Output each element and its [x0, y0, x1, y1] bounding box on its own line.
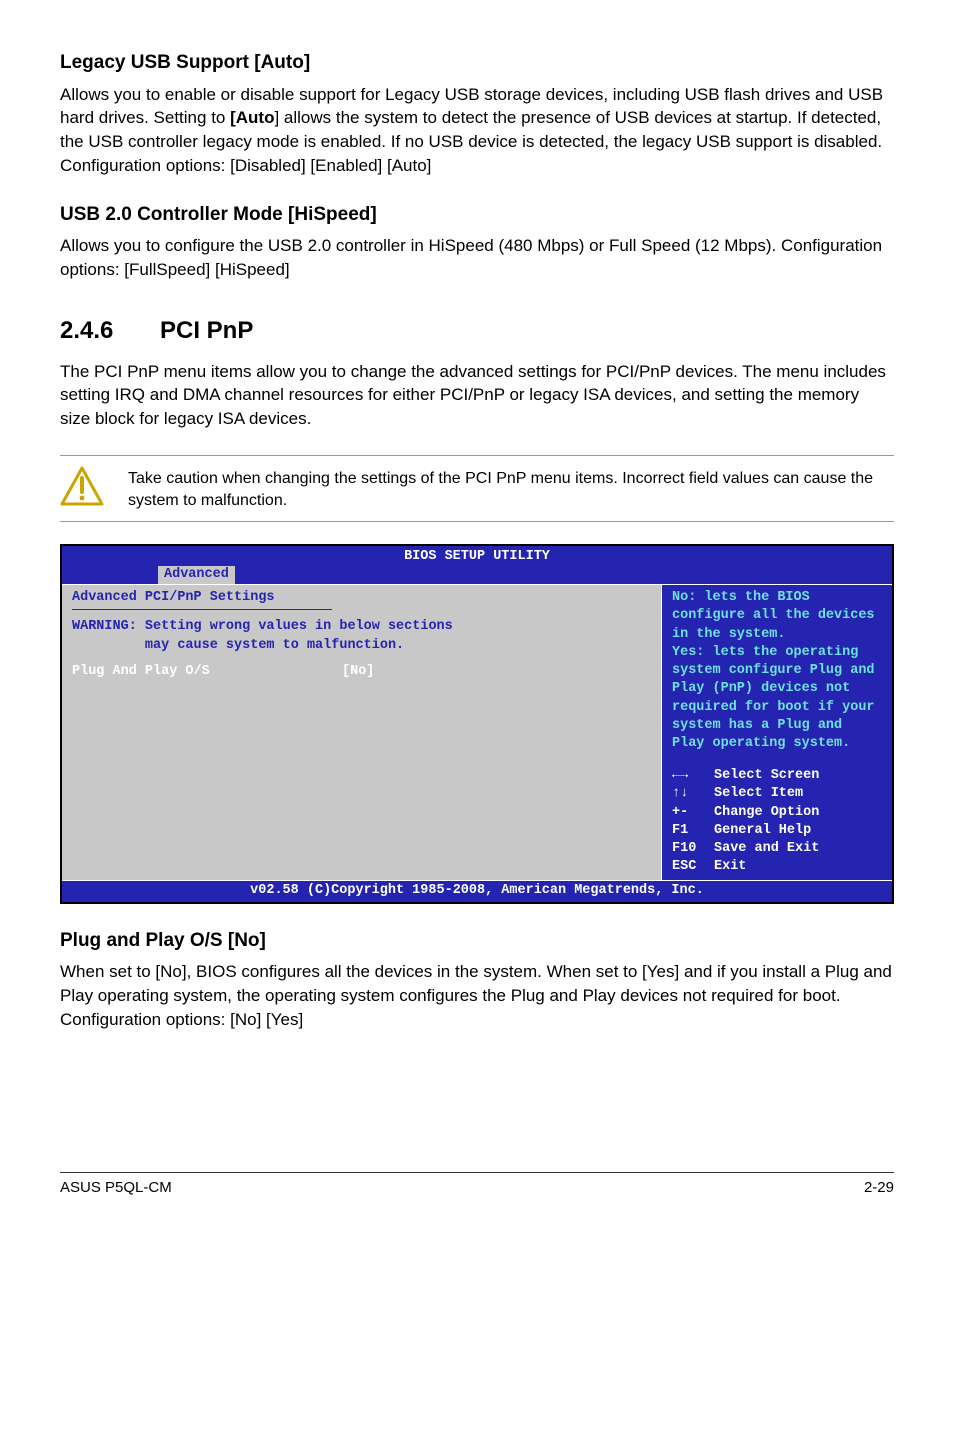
bios-left-panel: Advanced PCI/PnP Settings WARNING: Setti…: [62, 585, 662, 880]
paragraph-usb-controller-mode: Allows you to configure the USB 2.0 cont…: [60, 234, 894, 282]
bios-setting-value: [No]: [342, 663, 374, 681]
paragraph-legacy-usb: Allows you to enable or disable support …: [60, 83, 894, 178]
key-label: Save and Exit: [714, 840, 819, 858]
footer-product: ASUS P5QL-CM: [60, 1177, 172, 1198]
key-f10: F10: [672, 840, 714, 858]
warning-icon: [60, 464, 104, 513]
bios-key-legend: ←→Select Screen ↑↓Select Item +-Change O…: [672, 767, 882, 876]
paragraph-plug-and-play: When set to [No], BIOS configures all th…: [60, 960, 894, 1031]
bios-setting-row: Plug And Play O/S [No]: [72, 663, 651, 681]
bios-tab-row: Advanced: [62, 566, 892, 584]
bios-screenshot: BIOS SETUP UTILITY Advanced Advanced PCI…: [60, 544, 894, 904]
key-f1: F1: [672, 822, 714, 840]
caution-box: Take caution when changing the settings …: [60, 455, 894, 522]
heading-usb-controller-mode: USB 2.0 Controller Mode [HiSpeed]: [60, 202, 894, 229]
key-arrows-lr-icon: ←→: [672, 767, 714, 785]
paragraph-pci-pnp-intro: The PCI PnP menu items allow you to chan…: [60, 360, 894, 431]
bios-copyright: v02.58 (C)Copyright 1985-2008, American …: [62, 880, 892, 901]
bios-panel-heading: Advanced PCI/PnP Settings: [72, 589, 651, 607]
key-label: Change Option: [714, 804, 819, 822]
bios-warning-line2: may cause system to malfunction.: [72, 637, 651, 655]
key-label: Exit: [714, 858, 746, 876]
bios-tab-advanced: Advanced: [158, 566, 235, 584]
bios-right-panel: No: lets the BIOS configure all the devi…: [662, 585, 892, 880]
section-heading: 2.4.6PCI PnP: [60, 314, 894, 348]
heading-legacy-usb: Legacy USB Support [Auto]: [60, 50, 894, 77]
heading-plug-and-play: Plug and Play O/S [No]: [60, 928, 894, 955]
key-label: Select Item: [714, 785, 803, 803]
bios-title: BIOS SETUP UTILITY: [62, 546, 892, 566]
key-plusminus: +-: [672, 804, 714, 822]
bios-setting-label: Plug And Play O/S: [72, 663, 342, 681]
bios-help-text: No: lets the BIOS configure all the devi…: [672, 589, 882, 753]
key-label: Select Screen: [714, 767, 819, 785]
page-footer: ASUS P5QL-CM 2-29: [60, 1173, 894, 1198]
bios-warning-line1: WARNING: Setting wrong values in below s…: [72, 618, 651, 636]
caution-text: Take caution when changing the settings …: [128, 464, 894, 513]
section-number: 2.4.6: [60, 314, 160, 348]
key-arrows-ud-icon: ↑↓: [672, 785, 714, 803]
key-label: General Help: [714, 822, 811, 840]
footer-page-number: 2-29: [864, 1177, 894, 1198]
section-title: PCI PnP: [160, 317, 253, 344]
key-esc: ESC: [672, 858, 714, 876]
